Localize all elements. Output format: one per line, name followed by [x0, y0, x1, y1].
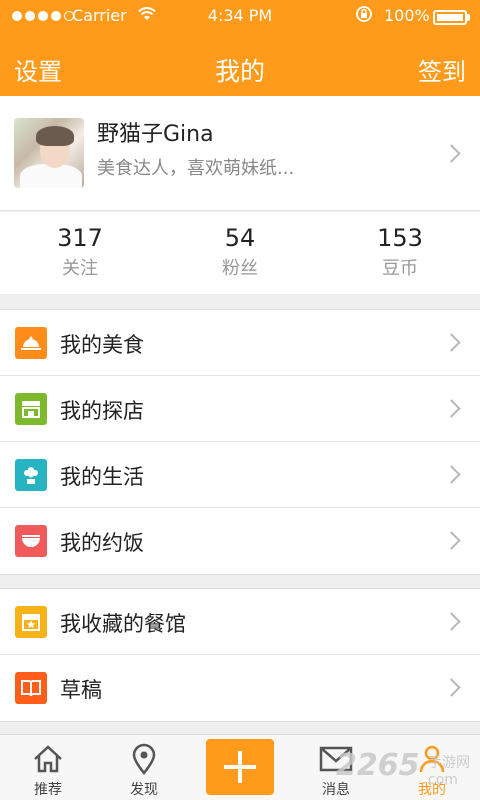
menu-item-label: 我的探店 [60, 399, 144, 423]
add-post-button[interactable] [206, 739, 274, 795]
store-icon [15, 393, 47, 425]
flower-pot-icon [15, 459, 47, 491]
chevron-right-icon [442, 465, 461, 484]
star-store-icon [15, 606, 47, 638]
header: Carrier 4:34 PM 100% 设置 我的 签到 [0, 0, 480, 96]
stat-following-label: 关注 [62, 258, 98, 279]
stat-fans-count: 54 [224, 224, 256, 252]
rotation-lock-icon [355, 5, 373, 28]
stat-fans[interactable]: 54 粉丝 [160, 224, 320, 280]
tab-label: 推荐 [34, 782, 62, 798]
menu-group-secondary: 我收藏的餐馆 草稿 [0, 588, 480, 722]
menu-item-drafts[interactable]: 草稿 [0, 655, 480, 721]
stat-following-count: 317 [57, 224, 103, 252]
profile-card[interactable]: 野猫子Gina 美食达人，喜欢萌妹纸... [0, 96, 480, 211]
stat-coins-count: 153 [377, 224, 423, 252]
stat-coins-label: 豆币 [382, 258, 418, 279]
chevron-right-icon [442, 531, 461, 550]
avatar [14, 118, 84, 188]
battery-percent: 100% [384, 6, 430, 25]
tab-label: 发现 [130, 782, 158, 798]
menu-item-saved-restaurants[interactable]: 我收藏的餐馆 [0, 589, 480, 655]
home-icon [0, 741, 96, 777]
stat-fans-label: 粉丝 [222, 258, 258, 279]
menu-item-my-food[interactable]: 我的美食 [0, 310, 480, 376]
tab-recommend[interactable]: 推荐 [0, 735, 96, 800]
chevron-right-icon [442, 612, 461, 631]
menu-item-my-life[interactable]: 我的生活 [0, 442, 480, 508]
status-bar: Carrier 4:34 PM 100% [0, 0, 480, 32]
menu-item-label: 草稿 [60, 678, 102, 702]
page-title: 我的 [214, 57, 265, 86]
food-bell-icon [15, 327, 47, 359]
checkin-button[interactable]: 签到 [418, 52, 466, 87]
menu-item-label: 我的美食 [60, 333, 144, 357]
menu-item-label: 我收藏的餐馆 [60, 612, 186, 636]
watermark-text: 手游网 com [428, 755, 470, 788]
chevron-right-icon [442, 333, 461, 352]
chevron-right-icon [442, 144, 461, 163]
menu-item-my-store-visits[interactable]: 我的探店 [0, 376, 480, 442]
stat-following[interactable]: 317 关注 [0, 224, 160, 280]
chevron-right-icon [442, 399, 461, 418]
profile-bio: 美食达人，喜欢萌妹纸... [97, 158, 295, 179]
chevron-right-icon [442, 678, 461, 697]
tab-discover[interactable]: 发现 [96, 735, 192, 800]
location-pin-icon [96, 741, 192, 777]
bowl-icon [15, 525, 47, 557]
menu-item-label: 我的约饭 [60, 531, 144, 555]
stats-bar: 317 关注 54 粉丝 153 豆币 [0, 212, 480, 294]
menu-group-main: 我的美食 我的探店 我的生活 我的约饭 [0, 309, 480, 575]
watermark-logo: 2265 [336, 748, 420, 783]
menu-item-my-meetups[interactable]: 我的约饭 [0, 508, 480, 574]
battery-icon [433, 10, 467, 25]
menu-item-label: 我的生活 [60, 465, 144, 489]
book-icon [15, 672, 47, 704]
profile-name: 野猫子Gina [97, 122, 214, 147]
stat-coins[interactable]: 153 豆币 [320, 224, 480, 280]
